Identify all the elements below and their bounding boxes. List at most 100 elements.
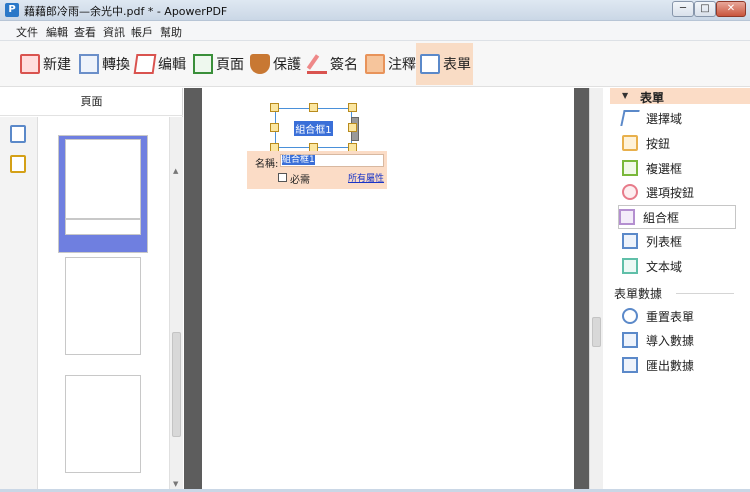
reset-form-tool[interactable]: 重置表單 [622, 304, 736, 328]
main-toolbar: 新建 轉換 编輯 頁面 保護 簽名 注釋 表單 [0, 41, 750, 87]
import-data-tool[interactable]: 導入數據 [622, 328, 736, 352]
convert-label: 轉換 [102, 57, 130, 73]
protect-button[interactable]: 保護 [246, 43, 301, 85]
all-properties-link[interactable]: 所有屬性 [348, 171, 384, 184]
scroll-down-icon[interactable]: ▼ [173, 480, 178, 488]
section-divider [676, 293, 734, 294]
field-properties-popup: 名稱: 組合框1 必需 所有屬性 [247, 151, 387, 189]
page-button[interactable]: 頁面 [189, 43, 244, 85]
scrollbar-thumb[interactable] [172, 332, 181, 437]
edit-icon [133, 54, 157, 74]
minimize-button[interactable]: ─ [672, 1, 694, 17]
combo-tool-label: 組合框 [643, 210, 680, 225]
text-field-tool[interactable]: 文本域 [622, 254, 736, 278]
document-scrollbar[interactable] [589, 88, 603, 492]
document-page[interactable]: 組合框1 名稱: 組合框1 必需 所有屬性 [202, 88, 574, 492]
convert-button[interactable]: 轉換 [75, 43, 130, 85]
pen-icon [307, 54, 327, 74]
document-scrollbar-thumb[interactable] [592, 317, 601, 347]
form-section-title: 表單 [640, 91, 665, 105]
annotate-button[interactable]: 注釋 [361, 43, 416, 85]
title-bar: P 藉藉郎冷雨—余光中.pdf * - ApowerPDF ─ □ ✕ [0, 0, 750, 21]
page-thumbnail-1[interactable] [65, 139, 141, 219]
form-button[interactable]: 表單 [416, 43, 473, 85]
combo-box-field[interactable]: 組合框1 [275, 108, 359, 148]
checkbox-tool-label: 複選框 [646, 161, 683, 176]
edit-button[interactable]: 编輯 [131, 43, 186, 85]
list-tool-label: 列表框 [646, 234, 683, 249]
export-icon [622, 357, 638, 373]
import-icon [622, 332, 638, 348]
list-box-tool[interactable]: 列表框 [622, 229, 736, 253]
checkbox-tool[interactable]: 複選框 [622, 156, 736, 180]
select-field-label: 選擇域 [646, 111, 683, 126]
form-icon [420, 54, 440, 74]
button-icon [622, 135, 638, 151]
document-canvas: 組合框1 名稱: 組合框1 必需 所有屬性 [184, 88, 589, 492]
checkbox-icon [622, 160, 638, 176]
import-data-label: 導入數據 [646, 333, 695, 348]
text-field-tool-label: 文本域 [646, 259, 683, 274]
reset-form-label: 重置表單 [646, 309, 695, 324]
menu-view[interactable]: 查看 [74, 24, 96, 40]
menu-help[interactable]: 幫助 [160, 24, 182, 40]
collapse-arrow-icon: ▼ [622, 91, 629, 100]
required-label: 必需 [290, 175, 310, 186]
form-label: 表單 [443, 57, 471, 73]
resize-handle[interactable] [270, 123, 279, 132]
form-section-header[interactable]: ▼ 表單 [610, 88, 750, 105]
button-tool[interactable]: 按鈕 [622, 131, 736, 155]
new-label: 新建 [43, 57, 71, 73]
combo-icon [619, 209, 635, 225]
annotate-label: 注釋 [388, 57, 416, 73]
new-icon [20, 54, 40, 74]
thumbnail-scrollbar[interactable]: ▲ ▼ [169, 117, 183, 492]
page-thumbnail-2[interactable] [65, 257, 141, 355]
button-tool-label: 按鈕 [646, 136, 671, 151]
page-thumbnail-panel: 頁面 ▲ ▼ [0, 88, 183, 492]
field-name-value: 組合框1 [282, 155, 315, 165]
menu-file[interactable]: 文件 [16, 24, 38, 40]
page-thumbnail-1-footer [65, 219, 141, 235]
form-tools-panel: ▼ 表單 選擇域 按鈕 複選框 選項按鈕 組合框 列表框 文本域 表單數據 重置… [604, 88, 750, 492]
menu-edit[interactable]: 編輯 [46, 24, 68, 40]
page-thumbnail-3[interactable] [65, 375, 141, 473]
comment-icon [365, 54, 385, 74]
close-button[interactable]: ✕ [716, 1, 746, 17]
cursor-icon [620, 110, 640, 126]
panel-tab-strip [0, 117, 38, 492]
pages-tab-icon[interactable] [10, 125, 26, 143]
resize-handle[interactable] [270, 103, 279, 112]
resize-handle[interactable] [348, 103, 357, 112]
edit-label: 编輯 [158, 57, 186, 73]
radio-icon [622, 184, 638, 200]
convert-icon [79, 54, 99, 74]
page-label: 頁面 [216, 57, 244, 73]
scroll-up-icon[interactable]: ▲ [173, 167, 178, 175]
list-icon [622, 233, 638, 249]
resize-handle[interactable] [309, 103, 318, 112]
window-title: 藉藉郎冷雨—余光中.pdf * - ApowerPDF [24, 5, 228, 18]
menu-account[interactable]: 帳戶 [131, 24, 153, 40]
export-data-tool[interactable]: 匯出數據 [622, 353, 736, 377]
combo-box-tool[interactable]: 組合框 [618, 205, 736, 229]
menu-bar: 文件 編輯 查看 資訊 帳戶 幫助 [0, 21, 750, 41]
thumbnail-list [38, 117, 169, 485]
attachment-tab-icon[interactable] [10, 155, 26, 173]
radio-button-tool[interactable]: 選項按鈕 [622, 180, 736, 204]
new-button[interactable]: 新建 [16, 43, 71, 85]
combo-box-field-label: 組合框1 [294, 120, 333, 136]
app-logo-icon: P [5, 3, 19, 17]
sign-button[interactable]: 簽名 [303, 43, 358, 85]
maximize-button[interactable]: □ [694, 1, 716, 17]
text-field-icon [622, 258, 638, 274]
name-label: 名稱: [255, 159, 279, 170]
page-icon [193, 54, 213, 74]
field-name-input[interactable]: 組合框1 [280, 154, 384, 167]
menu-info[interactable]: 資訊 [103, 24, 125, 40]
sign-label: 簽名 [330, 57, 358, 73]
select-field-tool[interactable]: 選擇域 [620, 106, 736, 130]
protect-label: 保護 [273, 57, 301, 73]
required-checkbox[interactable] [278, 173, 287, 182]
resize-handle[interactable] [348, 123, 357, 132]
